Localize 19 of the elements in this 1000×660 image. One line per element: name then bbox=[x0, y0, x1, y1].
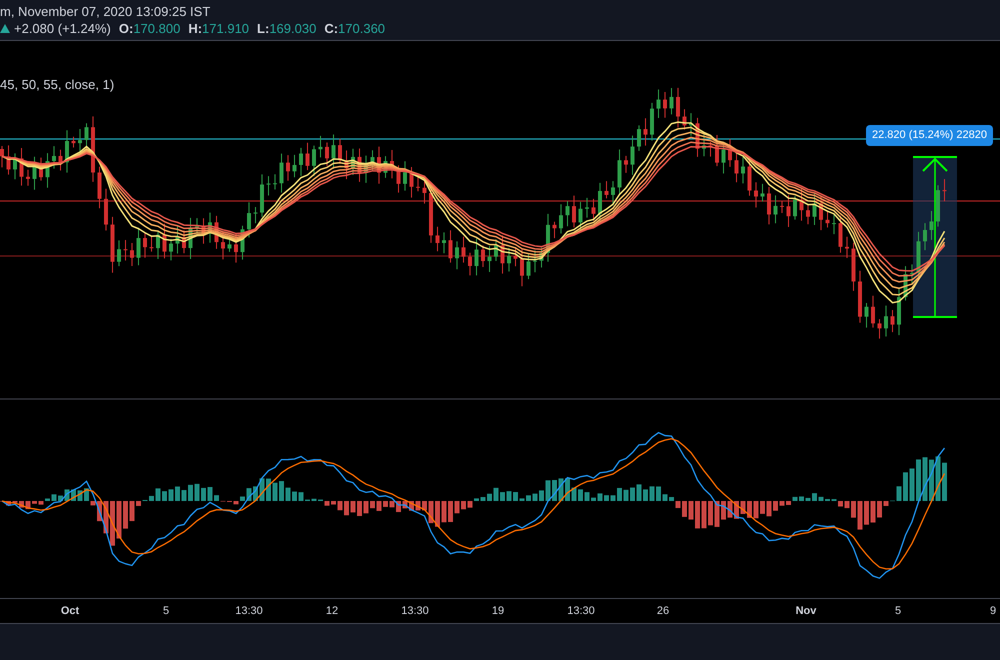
measure-label: 22.820 (15.24%) 22820 bbox=[866, 125, 993, 146]
axis-label: 5 bbox=[894, 604, 902, 619]
axis-label: 26 bbox=[656, 604, 670, 619]
ohlc-value: H:171.910 bbox=[188, 20, 250, 37]
indicator-params: 45, 50, 55, close, 1) bbox=[0, 76, 114, 94]
price-change: +2.080 (+1.24%) bbox=[14, 20, 111, 37]
axis-label: 9 bbox=[990, 604, 996, 619]
symbol-title: m, November 07, 2020 13:09:25 IST bbox=[0, 3, 212, 20]
axis-label: 13:30 bbox=[567, 604, 595, 619]
axis-label: Nov bbox=[796, 604, 816, 619]
axis-label: 12 bbox=[326, 604, 338, 619]
axis-label: Oct bbox=[60, 604, 80, 619]
axis-label: 5 bbox=[162, 604, 170, 619]
axis-label: 13:30 bbox=[401, 604, 429, 619]
ohlc-value: C:170.360 bbox=[324, 20, 386, 37]
ohlc-value: O:170.800 bbox=[118, 20, 180, 37]
axis-label: 19 bbox=[492, 604, 504, 619]
ohlc-value: L:169.030 bbox=[257, 20, 316, 37]
axis-label: 13:30 bbox=[235, 604, 263, 619]
